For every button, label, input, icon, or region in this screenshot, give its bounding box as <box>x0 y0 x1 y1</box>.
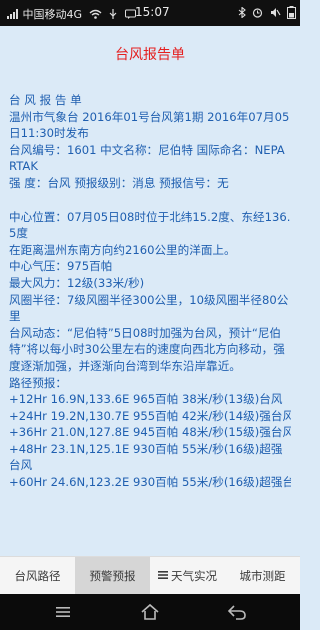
wind-radius: 风圈半径：7级风圈半径300公里，10级风圈半径80公里 <box>9 292 289 324</box>
nav-city-distance[interactable]: 城市测距 <box>225 557 300 594</box>
max-wind: 最大风力：12级(33米/秒) <box>9 275 145 290</box>
message-icon <box>124 9 136 22</box>
system-nav-bar <box>0 594 300 630</box>
status-left: 中国移动4G <box>4 6 136 22</box>
status-right <box>235 6 296 22</box>
status-bar: 中国移动4G 15:07 <box>0 0 300 26</box>
nav-label: 台风路径 <box>14 568 61 583</box>
typhoon-dynamics: 台风动态：“尼伯特”5日08时加强为台风，预计“尼伯特”将以每小时30公里左右的… <box>9 325 285 373</box>
nav-typhoon-path[interactable]: 台风路径 <box>0 557 75 594</box>
home-icon <box>141 603 159 620</box>
nav-warning-forecast[interactable]: 预警预报 <box>75 557 150 594</box>
status-time: 15:07 <box>135 5 170 19</box>
menu-lines-icon <box>56 607 70 617</box>
distance-text: 在距离温州东南方向约2160公里的洋面上。 <box>9 242 236 257</box>
battery-icon <box>287 6 296 22</box>
nav-label: 天气实况 <box>171 568 217 583</box>
typhoon-info: 台风编号：1601 中文名称：尼伯特 国际命名：NEPARTAK <box>9 142 285 174</box>
forecast-row: +12Hr 16.9N,133.6E 965百帕 38米/秒(13级)台风 <box>9 392 283 407</box>
typhoon-intensity: 强 度：台风 预报级别：消息 预报信号：无 <box>9 175 229 190</box>
back-button[interactable] <box>226 602 248 622</box>
center-position: 中心位置：07月05日08时位于北纬15.2度、东经136.5度 <box>9 209 291 241</box>
forecast-row: +60Hr 24.6N,123.2E 930百帕 55米/秒(16级)超强台风 <box>9 475 291 490</box>
forecast-row: +36Hr 21.0N,127.8E 945百帕 48米/秒(15级)强台风 <box>9 425 291 440</box>
bluetooth-icon <box>238 6 246 21</box>
alarm-icon <box>252 7 263 21</box>
home-button[interactable] <box>139 602 161 622</box>
nav-weather-live[interactable]: 天气实况 <box>150 557 225 594</box>
report-content[interactable]: 台 风 报 告 单 温州市气象台 2016年01号台风第1期 2016年07月0… <box>9 92 291 552</box>
nav-label: 城市测距 <box>239 568 286 583</box>
menu-icon <box>158 569 168 583</box>
center-pressure: 中心气压：975百帕 <box>9 259 113 274</box>
report-issuer: 温州市气象台 2016年01号台风第1期 2016年07月05日11:30时发布 <box>9 109 290 141</box>
menu-button[interactable] <box>52 602 74 622</box>
usb-icon <box>108 8 118 22</box>
forecast-label: 路径预报： <box>9 375 67 390</box>
bottom-nav: 台风路径 预警预报 天气实况 城市测距 <box>0 556 300 594</box>
wifi-icon <box>89 9 102 22</box>
report-header: 台 风 报 告 单 <box>9 93 82 107</box>
page-title: 台风报告单 <box>115 47 185 63</box>
mute-icon <box>270 7 281 21</box>
forecast-row: +24Hr 19.2N,130.7E 955百帕 42米/秒(14级)强台风 <box>9 408 291 423</box>
forecast-row: +48Hr 23.1N,125.1E 930百帕 55米/秒(16级)超强台风 <box>9 441 283 473</box>
signal-icon <box>7 8 19 22</box>
back-icon <box>227 605 246 620</box>
carrier-label: 中国移动4G <box>22 8 83 21</box>
nav-label: 预警预报 <box>89 568 136 583</box>
